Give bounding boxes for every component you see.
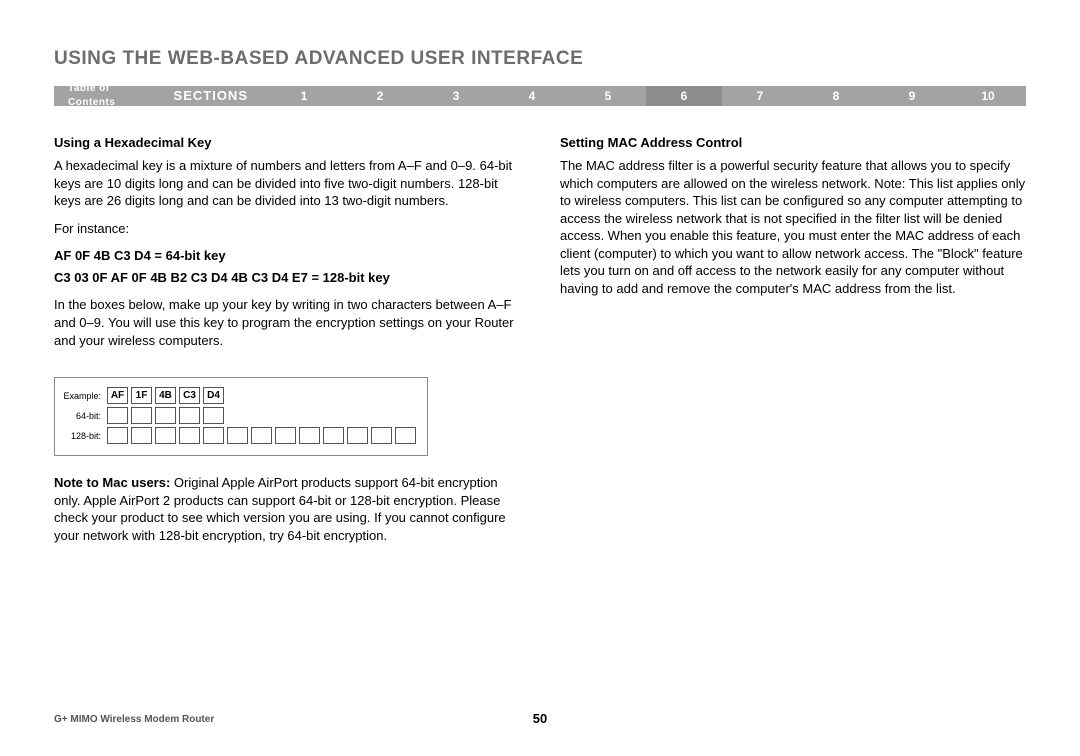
key-box-64[interactable]	[203, 407, 224, 424]
key-box-64[interactable]	[131, 407, 152, 424]
mac-control-heading: Setting MAC Address Control	[560, 134, 1026, 152]
hex-key-instructions: In the boxes below, make up your key by …	[54, 296, 520, 349]
key-box-64[interactable]	[179, 407, 200, 424]
row-64bit: 64-bit:	[63, 407, 419, 424]
page-footer: G+ MIMO Wireless Modem Router 50	[54, 713, 1026, 727]
note-label: Note to Mac users:	[54, 475, 170, 490]
key-box-example: D4	[203, 387, 224, 404]
key-box-128[interactable]	[275, 427, 296, 444]
hex-key-heading: Using a Hexadecimal Key	[54, 134, 520, 152]
key-box-128[interactable]	[203, 427, 224, 444]
row-label-64: 64-bit:	[63, 410, 107, 422]
nav-section-4[interactable]: 4	[494, 86, 570, 106]
mac-users-note: Note to Mac users: Original Apple AirPor…	[54, 474, 520, 544]
row-label-example: Example:	[63, 390, 107, 402]
example-row: Example: AF1F4BC3D4	[63, 387, 419, 404]
nav-section-10[interactable]: 10	[950, 86, 1026, 106]
row-128bit: 128-bit:	[63, 427, 419, 444]
key-box-128[interactable]	[395, 427, 416, 444]
key-box-64[interactable]	[155, 407, 176, 424]
key-box-128[interactable]	[227, 427, 248, 444]
nav-section-2[interactable]: 2	[342, 86, 418, 106]
key-box-example: 4B	[155, 387, 176, 404]
key-box-example: C3	[179, 387, 200, 404]
example-128bit-key: C3 03 0F AF 0F 4B B2 C3 D4 4B C3 D4 E7 =…	[54, 269, 520, 287]
page-title: USING THE WEB-BASED ADVANCED USER INTERF…	[54, 46, 1026, 72]
key-box-128[interactable]	[107, 427, 128, 444]
key-box-128[interactable]	[179, 427, 200, 444]
page-number: 50	[533, 710, 547, 728]
for-instance-label: For instance:	[54, 220, 520, 238]
nav-sections-label: SECTIONS	[156, 86, 266, 106]
row-label-128: 128-bit:	[63, 430, 107, 442]
key-box-128[interactable]	[371, 427, 392, 444]
hex-key-intro: A hexadecimal key is a mixture of number…	[54, 157, 520, 210]
key-entry-table: Example: AF1F4BC3D4 64-bit: 128-bit:	[54, 377, 428, 456]
nav-section-5[interactable]: 5	[570, 86, 646, 106]
mac-control-body: The MAC address filter is a powerful sec…	[560, 157, 1026, 297]
nav-toc-link[interactable]: Table of Contents	[54, 86, 156, 106]
key-box-64[interactable]	[107, 407, 128, 424]
right-column: Setting MAC Address Control The MAC addr…	[560, 134, 1026, 555]
key-box-128[interactable]	[323, 427, 344, 444]
key-box-example: AF	[107, 387, 128, 404]
product-name: G+ MIMO Wireless Modem Router	[54, 713, 214, 727]
key-box-128[interactable]	[155, 427, 176, 444]
left-column: Using a Hexadecimal Key A hexadecimal ke…	[54, 134, 520, 555]
nav-section-9[interactable]: 9	[874, 86, 950, 106]
key-box-128[interactable]	[131, 427, 152, 444]
nav-section-8[interactable]: 8	[798, 86, 874, 106]
example-64bit-key: AF 0F 4B C3 D4 = 64-bit key	[54, 247, 520, 265]
key-box-128[interactable]	[299, 427, 320, 444]
key-box-128[interactable]	[251, 427, 272, 444]
nav-section-3[interactable]: 3	[418, 86, 494, 106]
section-nav: Table of Contents SECTIONS 12345678910	[54, 86, 1026, 106]
nav-section-7[interactable]: 7	[722, 86, 798, 106]
key-box-example: 1F	[131, 387, 152, 404]
nav-section-1[interactable]: 1	[266, 86, 342, 106]
key-box-128[interactable]	[347, 427, 368, 444]
nav-section-6[interactable]: 6	[646, 86, 722, 106]
